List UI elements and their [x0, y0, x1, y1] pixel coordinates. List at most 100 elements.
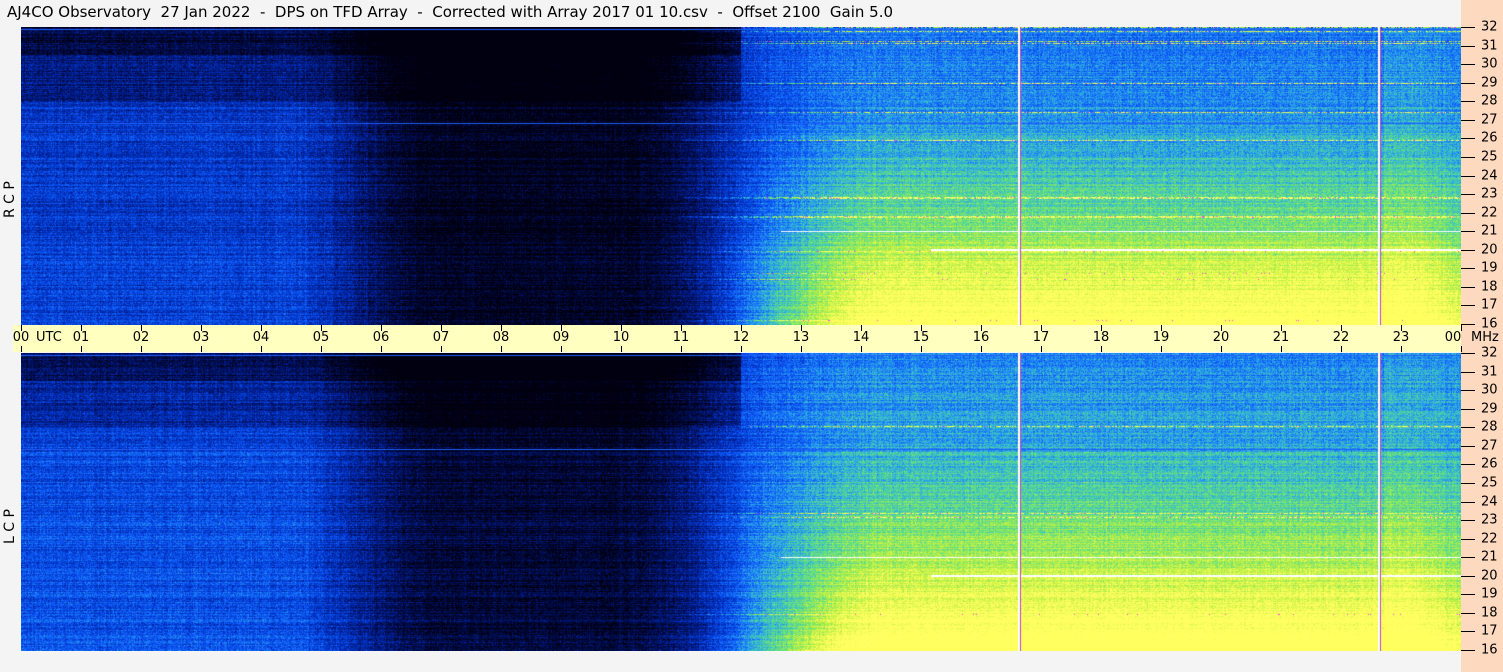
x-tick-mark: [201, 346, 202, 352]
y-tick-label: 21: [1481, 223, 1498, 239]
x-tick-mark: [21, 346, 22, 352]
y-tick-label: 19: [1481, 586, 1498, 602]
x-tick-mark: [561, 325, 562, 331]
x-tick-mark: [921, 325, 922, 331]
y-tick-label: 29: [1481, 75, 1498, 91]
x-tick-mark: [981, 325, 982, 331]
x-tick-mark: [441, 346, 442, 352]
y-tick-mark: [1461, 119, 1475, 121]
y-tick-mark: [1461, 464, 1475, 466]
y-tick-mark: [1461, 138, 1475, 140]
y-tick-label: 18: [1481, 605, 1498, 621]
y-tick-label: 25: [1481, 149, 1498, 165]
x-tick-label: 16: [972, 330, 990, 345]
x-tick-mark: [441, 325, 442, 331]
y-tick-mark: [1461, 249, 1475, 251]
x-tick-mark: [1161, 346, 1162, 352]
y-tick-mark: [1461, 650, 1475, 651]
y-tick-mark: [1461, 390, 1475, 392]
y-tick-mark: [1461, 501, 1475, 503]
y-tick-label: 22: [1481, 531, 1498, 547]
x-tick-mark: [1221, 346, 1222, 352]
y-tick-mark: [1461, 286, 1475, 288]
mhz-label: MHz: [1471, 330, 1499, 345]
y-tick-mark: [1461, 212, 1475, 214]
y-tick-mark: [1461, 612, 1475, 614]
y-tick-label: 16: [1481, 316, 1498, 332]
x-tick-label: 08: [492, 330, 510, 345]
y-tick-label: 27: [1481, 438, 1498, 454]
x-tick-mark: [621, 346, 622, 352]
y-tick-mark: [1461, 631, 1475, 633]
x-tick-mark: [561, 346, 562, 352]
x-tick-mark: [1401, 346, 1402, 352]
y-tick-label: 21: [1481, 549, 1498, 565]
x-tick-label: 13: [792, 330, 810, 345]
y-tick-label: 22: [1481, 205, 1498, 221]
x-tick-mark: [141, 325, 142, 331]
x-tick-mark: [81, 325, 82, 331]
y-tick-mark: [1461, 594, 1475, 596]
y-tick-mark: [1461, 101, 1475, 103]
x-tick-mark: [981, 346, 982, 352]
x-tick-label: 17: [1032, 330, 1050, 345]
x-tick-mark: [1221, 325, 1222, 331]
y-tick-label: 31: [1481, 364, 1498, 380]
y-tick-mark: [1461, 408, 1475, 410]
y-tick-label: 18: [1481, 279, 1498, 295]
x-tick-mark: [681, 325, 682, 331]
y-tick-label: 25: [1481, 475, 1498, 491]
x-tick-mark: [381, 325, 382, 331]
y-tick-label: 23: [1481, 512, 1498, 528]
y-tick-mark: [1461, 353, 1475, 354]
y-tick-label: 28: [1481, 93, 1498, 109]
y-tick-label: 24: [1481, 168, 1498, 183]
x-tick-mark: [1161, 325, 1162, 331]
y-tick-label: 19: [1481, 260, 1498, 276]
y-tick-label: 32: [1481, 345, 1498, 361]
y-tick-mark: [1461, 445, 1475, 447]
x-tick-label: 02: [132, 330, 150, 345]
x-tick-mark: [1041, 346, 1042, 352]
y-tick-label: 30: [1481, 382, 1498, 398]
y-tick-mark: [1461, 268, 1475, 270]
x-tick-mark: [1401, 325, 1402, 331]
y-tick-mark: [1461, 156, 1475, 158]
lcp-spectrogram: [21, 353, 1461, 651]
x-tick-mark: [1341, 346, 1342, 352]
y-tick-mark: [1461, 305, 1475, 307]
y-tick-label: 26: [1481, 456, 1498, 472]
x-tick-mark: [261, 346, 262, 352]
x-tick-mark: [1281, 325, 1282, 331]
utc-label: UTC: [36, 330, 62, 345]
y-tick-mark: [1461, 324, 1475, 325]
x-tick-label: 01: [72, 330, 90, 345]
y-tick-label: 20: [1481, 568, 1498, 584]
rcp-heatmap: [21, 27, 1461, 325]
rcp-panel-label: R C P: [2, 181, 18, 218]
x-tick-mark: [201, 325, 202, 331]
y-tick-label: 23: [1481, 186, 1498, 202]
y-tick-label: 26: [1481, 130, 1498, 146]
y-tick-mark: [1461, 520, 1475, 522]
x-tick-mark: [801, 325, 802, 331]
y-tick-label: 17: [1481, 623, 1498, 639]
y-tick-mark: [1461, 538, 1475, 540]
x-tick-mark: [741, 325, 742, 331]
y-tick-label: 31: [1481, 38, 1498, 54]
y-tick-label: 17: [1481, 297, 1498, 313]
y-tick-label: 20: [1481, 242, 1498, 258]
y-tick-mark: [1461, 231, 1475, 233]
x-tick-mark: [1341, 325, 1342, 331]
x-tick-label: 10: [612, 330, 630, 345]
x-tick-mark: [81, 346, 82, 352]
y-tick-label: 16: [1481, 642, 1498, 658]
x-tick-mark: [321, 346, 322, 352]
x-tick-mark: [501, 325, 502, 331]
y-tick-mark: [1461, 575, 1475, 577]
y-tick-label: 32: [1481, 19, 1498, 35]
lcp-heatmap: [21, 353, 1461, 651]
x-tick-mark: [261, 325, 262, 331]
lcp-panel-label: L C P: [2, 509, 18, 544]
x-tick-label: 21: [1272, 330, 1290, 345]
